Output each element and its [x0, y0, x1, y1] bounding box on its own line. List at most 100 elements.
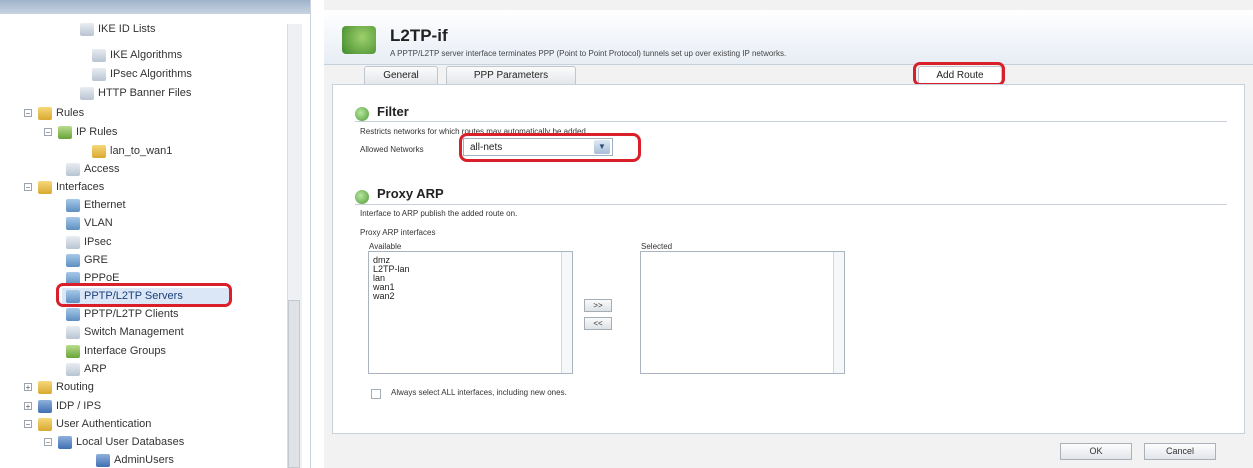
tab-ppp-parameters[interactable]: PPP Parameters	[446, 66, 576, 85]
collapse-icon[interactable]: −	[44, 438, 52, 447]
tree-item-http-banner-files[interactable]: HTTP Banner Files	[80, 84, 191, 102]
ethernet-icon	[66, 198, 80, 212]
folder-icon	[38, 180, 52, 194]
tree-item-ethernet[interactable]: Ethernet	[66, 196, 126, 214]
tree-item-label: AdminUsers	[114, 454, 174, 466]
folder-icon	[38, 380, 52, 394]
navigation-tree: IKE ID Lists IKE Algorithms IPsec Algori…	[0, 0, 311, 468]
tree-scrollbar-thumb[interactable]	[288, 300, 300, 468]
tree-item-idp-ips[interactable]: + IDP / IPS	[24, 397, 101, 415]
page-title: L2TP-if	[390, 26, 448, 45]
list-item[interactable]: lan	[369, 274, 572, 283]
collapse-icon[interactable]: −	[24, 420, 32, 429]
file-icon	[80, 86, 94, 100]
tree-item-interfaces[interactable]: − Interfaces	[24, 178, 104, 196]
list-item[interactable]: wan1	[369, 283, 572, 292]
client-icon	[66, 307, 80, 321]
tree-item-switch-management[interactable]: Switch Management	[66, 323, 184, 341]
list-item[interactable]: wan2	[369, 292, 572, 301]
tree-item-interface-groups[interactable]: Interface Groups	[66, 342, 166, 360]
folder-icon	[38, 417, 52, 431]
tree-item-adminusers[interactable]: AdminUsers	[96, 451, 174, 468]
tree-item-label: GRE	[84, 254, 108, 266]
tree-item-label: Switch Management	[84, 326, 184, 338]
collapse-icon[interactable]: −	[24, 183, 32, 192]
move-right-button[interactable]: >>	[584, 299, 612, 312]
vlan-icon	[66, 216, 80, 230]
always-select-all-checkbox[interactable]	[371, 389, 381, 399]
tree-item-access[interactable]: Access	[66, 160, 119, 178]
ok-button[interactable]: OK	[1060, 443, 1132, 460]
allowed-networks-label: Allowed Networks	[360, 145, 424, 154]
proxy-arp-section-title: Proxy ARP	[377, 186, 444, 201]
proxy-arp-interfaces-label: Proxy ARP interfaces	[360, 228, 436, 237]
tree-item-ipsec[interactable]: IPsec	[66, 233, 112, 251]
filter-section-icon	[355, 107, 369, 121]
tree-item-label: User Authentication	[56, 418, 152, 430]
highlight-add-route-tab	[913, 62, 1005, 86]
tree-item-label: Rules	[56, 107, 85, 119]
tree-item-label: IKE Algorithms	[110, 49, 183, 61]
divider	[355, 204, 1227, 205]
list-scrollbar[interactable]	[561, 252, 572, 373]
expand-icon[interactable]: +	[24, 402, 32, 411]
tree-item-arp[interactable]: ARP	[66, 360, 107, 378]
tree-item-ip-rules[interactable]: − IP Rules	[44, 123, 117, 141]
tree-item-label: lan_to_wan1	[110, 145, 173, 157]
page-subtitle: A PPTP/L2TP server interface terminates …	[390, 49, 787, 58]
tree-item-routing[interactable]: + Routing	[24, 378, 94, 396]
tree-item-label: Ethernet	[84, 199, 126, 211]
always-select-all-label: Always select ALL interfaces, including …	[391, 388, 567, 397]
highlight-pptp-l2tp-servers	[56, 283, 232, 307]
proxy-arp-section-icon	[355, 190, 369, 204]
tree-item-label: IP Rules	[76, 126, 118, 138]
rules-icon	[58, 125, 72, 139]
tree-item-user-authentication[interactable]: − User Authentication	[24, 415, 151, 433]
folder-icon	[38, 106, 52, 120]
panel-header: L2TP-if A PPTP/L2TP server interface ter…	[324, 10, 1253, 65]
list-scrollbar[interactable]	[833, 252, 844, 373]
ips-icon	[38, 399, 52, 413]
selected-label: Selected	[641, 242, 673, 251]
move-left-button[interactable]: <<	[584, 317, 612, 330]
collapse-icon[interactable]: −	[24, 109, 32, 118]
tree-item-ipsec-algorithms[interactable]: IPsec Algorithms	[92, 65, 192, 83]
tree-item-label: IPsec	[84, 236, 112, 248]
algorithm-icon	[92, 48, 106, 62]
selected-interfaces-list[interactable]	[640, 251, 845, 374]
expand-icon[interactable]: +	[24, 383, 32, 392]
tree-item-gre[interactable]: GRE	[66, 251, 108, 269]
filter-section-title: Filter	[377, 104, 409, 119]
tree-item-label: HTTP Banner Files	[98, 87, 192, 99]
list-icon	[80, 22, 94, 36]
tree-item-vlan[interactable]: VLAN	[66, 214, 113, 232]
group-icon	[66, 344, 80, 358]
database-icon	[58, 435, 72, 449]
tree-item-ike-id-lists[interactable]: IKE ID Lists	[80, 20, 155, 38]
available-label: Available	[369, 242, 402, 251]
proxy-arp-description: Interface to ARP publish the added route…	[360, 209, 518, 218]
tree-item-label: Interface Groups	[84, 345, 166, 357]
tree-item-label: Routing	[56, 381, 94, 393]
switch-icon	[66, 325, 80, 339]
tree-item-label: Interfaces	[56, 181, 105, 193]
tree-item-label: IKE ID Lists	[98, 23, 156, 35]
users-icon	[96, 453, 110, 467]
available-interfaces-list[interactable]: dmz L2TP-lan lan wan1 wan2	[368, 251, 573, 374]
tab-general[interactable]: General	[364, 66, 438, 85]
tree-item-label: IDP / IPS	[56, 400, 102, 412]
tree-item-rules[interactable]: − Rules	[24, 104, 84, 122]
tree-item-local-user-databases[interactable]: − Local User Databases	[44, 433, 184, 451]
tree-item-pptp-l2tp-clients[interactable]: PPTP/L2TP Clients	[66, 305, 179, 323]
arp-icon	[66, 362, 80, 376]
tree-item-label: PPTP/L2TP Clients	[84, 308, 179, 320]
access-icon	[66, 162, 80, 176]
list-item[interactable]: L2TP-lan	[369, 265, 572, 274]
tree-item-lan-to-wan1[interactable]: lan_to_wan1	[92, 142, 172, 160]
highlight-allowed-networks	[459, 133, 641, 162]
folder-icon	[92, 144, 106, 158]
tree-item-label: VLAN	[84, 217, 113, 229]
tree-item-ike-algorithms[interactable]: IKE Algorithms	[92, 46, 182, 64]
cancel-button[interactable]: Cancel	[1144, 443, 1216, 460]
collapse-icon[interactable]: −	[44, 128, 52, 137]
